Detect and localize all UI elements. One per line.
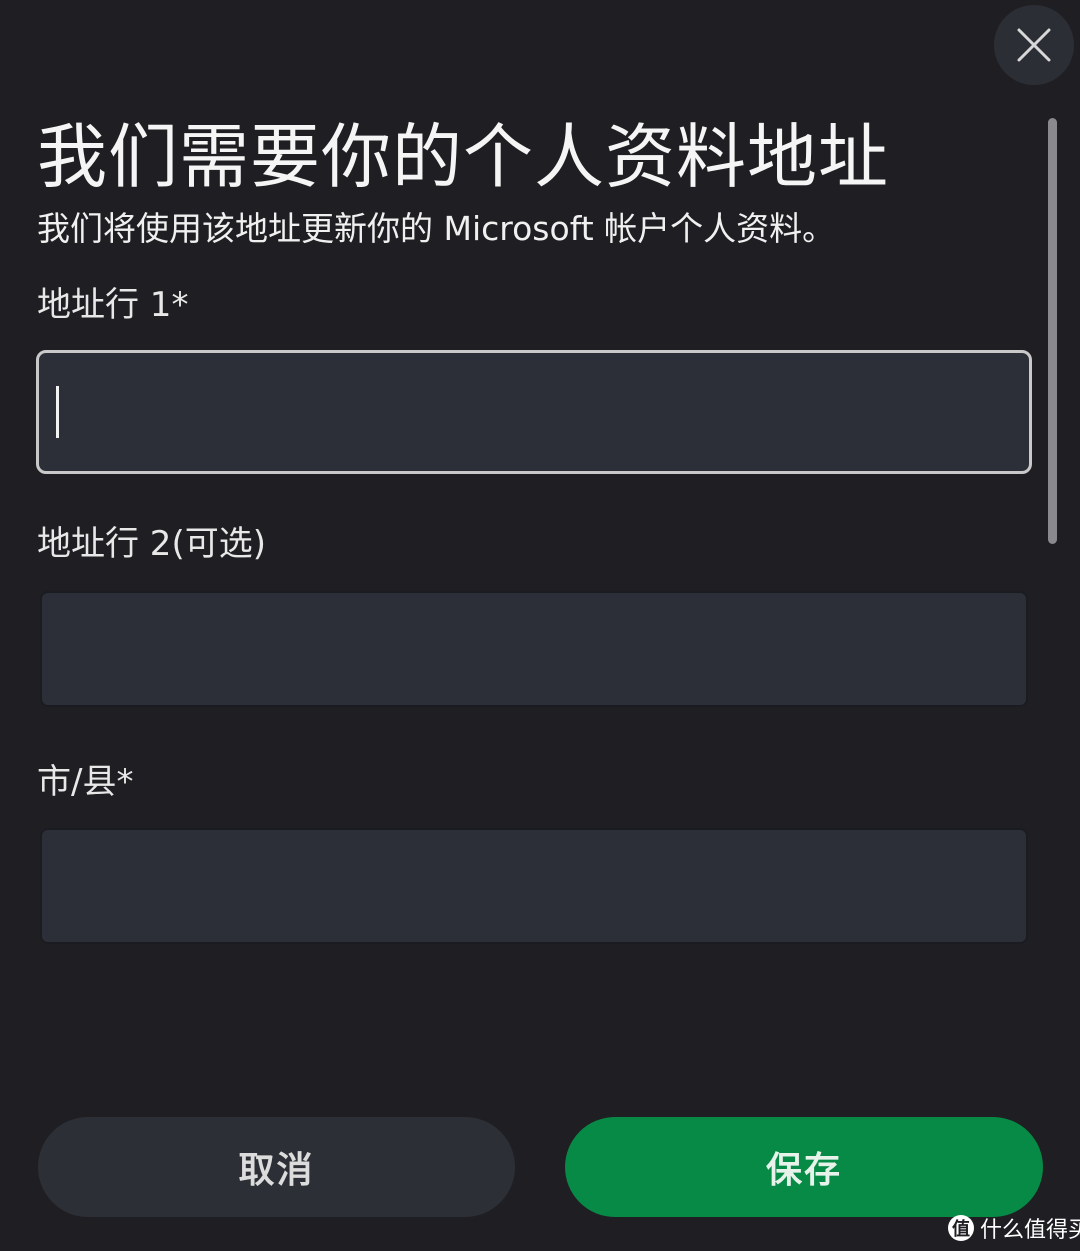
city-county-input[interactable] bbox=[40, 828, 1028, 944]
save-button[interactable]: 保存 bbox=[565, 1117, 1043, 1217]
address-line-2-input[interactable] bbox=[40, 591, 1028, 707]
text-caret bbox=[56, 386, 59, 438]
address-line-2-label: 地址行 2(可选) bbox=[37, 524, 266, 564]
page-title: 我们需要你的个人资料地址 bbox=[37, 116, 889, 198]
watermark-text: 什么值得买 bbox=[980, 1218, 1080, 1243]
close-icon bbox=[1017, 28, 1051, 62]
scrollbar[interactable] bbox=[1046, 118, 1058, 548]
address-dialog: 我们需要你的个人资料地址 我们将使用该地址更新你的 Microsoft 帐户个人… bbox=[0, 0, 1080, 1251]
scrollbar-thumb[interactable] bbox=[1048, 118, 1057, 544]
watermark-logo-icon: 值 bbox=[948, 1215, 974, 1241]
address-line-1-label: 地址行 1* bbox=[37, 285, 189, 325]
close-button[interactable] bbox=[994, 5, 1074, 85]
city-county-label: 市/县* bbox=[37, 762, 134, 802]
page-subtitle: 我们将使用该地址更新你的 Microsoft 帐户个人资料。 bbox=[37, 209, 836, 248]
cancel-button[interactable]: 取消 bbox=[38, 1117, 515, 1217]
address-line-1-input[interactable] bbox=[36, 350, 1032, 474]
watermark: 值 什么值得买 bbox=[948, 1212, 1080, 1244]
